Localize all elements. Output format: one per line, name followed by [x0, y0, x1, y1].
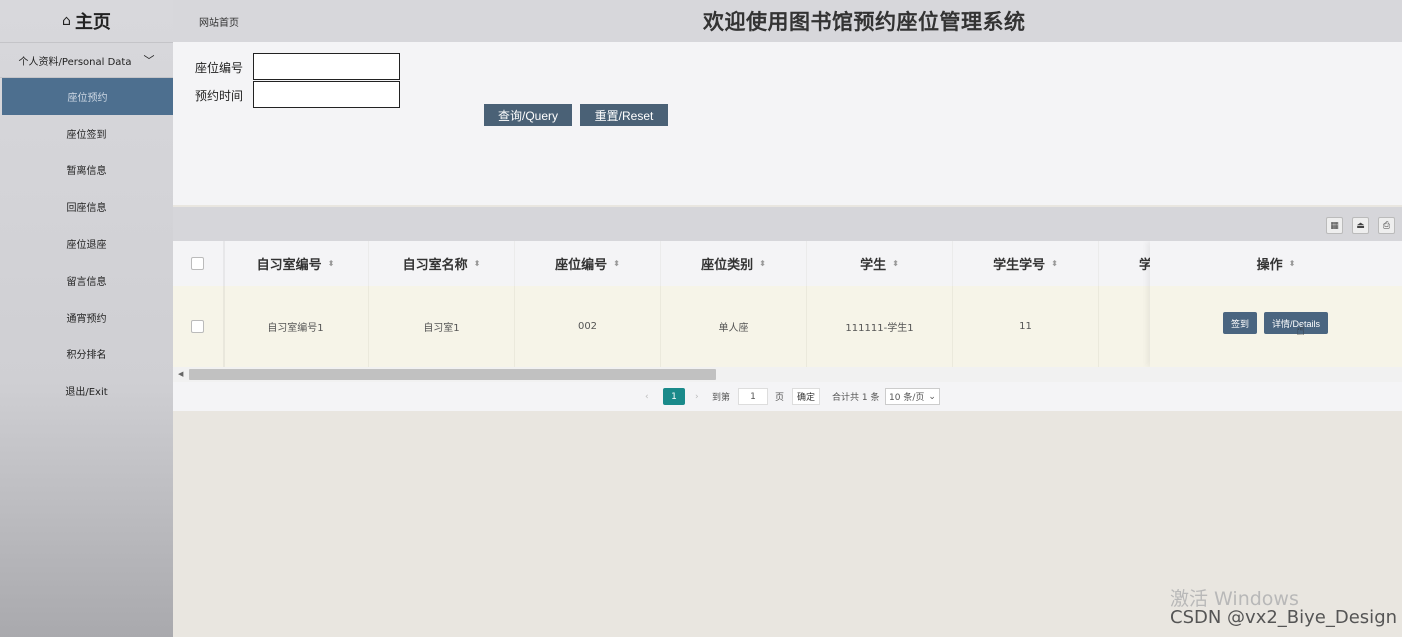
cell-student-id: 11	[953, 286, 1099, 367]
horizontal-scrollbar[interactable]: ◀	[173, 367, 1402, 382]
page-unit-label: 页	[775, 393, 785, 403]
print-icon[interactable]: ⎙	[1378, 217, 1395, 234]
col-operations[interactable]: 操作 ⬍	[1150, 241, 1402, 286]
sidebar-item-overnight[interactable]: 通宵预约	[0, 299, 173, 336]
search-panel: 座位编号 预约时间 查询/Query 重置/Reset	[173, 42, 1402, 205]
page-1-button[interactable]: 1	[663, 388, 685, 405]
col-room-no[interactable]: 自习室编号 ⬍	[223, 241, 369, 286]
goto-confirm-button[interactable]: 确定	[792, 388, 821, 405]
scrollbar-thumb[interactable]	[189, 369, 716, 380]
checkin-button[interactable]: 签到	[1223, 312, 1257, 334]
operations-cell: 签到 详情/Details	[1150, 286, 1402, 367]
home-label: 主页	[74, 12, 111, 33]
breadcrumb[interactable]: 网站首页	[199, 14, 239, 29]
col-student-id-label: 学生学号	[993, 258, 1046, 273]
col-seat-type[interactable]: 座位类别 ⬍	[661, 241, 807, 286]
cell-room-name: 自习室1	[369, 286, 515, 367]
sidebar-item-seat-release[interactable]: 座位退座	[0, 225, 173, 262]
page-size-select[interactable]: 10 条/页 ⌄	[885, 388, 940, 405]
sort-icon[interactable]: ⬍	[759, 259, 766, 268]
cell-student: 111111-学生1	[807, 286, 953, 367]
menu-head-label: 个人资料/Personal Data	[18, 56, 132, 68]
pagination: ‹ 1 › 到第 1 页 确定 合计共 1 条 10 条/页 ⌄	[173, 382, 1402, 411]
sort-icon[interactable]: ⬍	[613, 259, 620, 268]
col-seat-no[interactable]: 座位编号 ⬍	[515, 241, 661, 286]
goto-label: 到第	[712, 393, 731, 403]
reset-button[interactable]: 重置/Reset	[580, 104, 668, 126]
total-prefix: 合计	[832, 393, 851, 403]
cell-seat-type: 单人座	[661, 286, 807, 367]
csdn-watermark: CSDN @vx2_Biye_Design	[1170, 607, 1398, 628]
goto-page-input[interactable]: 1	[738, 388, 768, 405]
sidebar-item-seat-checkin[interactable]: 座位签到	[0, 115, 173, 152]
seat-no-input[interactable]	[253, 53, 400, 80]
reserve-time-label: 预约时间	[195, 89, 244, 103]
scroll-left-icon[interactable]: ◀	[178, 370, 183, 378]
chevron-down-icon: ⌄	[928, 391, 936, 402]
data-table: 自习室编号 ⬍ 自习室名称 ⬍ 座位编号 ⬍ 座位类别 ⬍ 学生 ⬍ 学生学号 ⬍ 学 自习…	[173, 241, 1402, 367]
sidebar: ⌂ 主页 个人资料/Personal Data ﹀ 座位预约 座位签到 暂离信息…	[0, 0, 173, 637]
query-button[interactable]: 查询/Query	[484, 104, 572, 126]
menu-personal-data[interactable]: 个人资料/Personal Data ﹀	[0, 42, 173, 78]
sort-icon[interactable]: ⬍	[474, 259, 481, 268]
next-page-button[interactable]: ›	[695, 388, 699, 405]
total-count: 合计共 1 条	[832, 388, 879, 405]
sort-icon[interactable]: ⬍	[1051, 259, 1058, 268]
table-toolbar: ▦ ⏏ ⎙	[173, 207, 1402, 241]
cell-seat-no: 002	[515, 286, 661, 367]
cell-room-no: 自习室编号1	[223, 286, 369, 367]
sidebar-item-seat-reservation[interactable]: 座位预约	[2, 78, 173, 115]
page-size-value: 10 条/页	[889, 393, 925, 403]
sort-icon[interactable]: ⬍	[892, 259, 899, 268]
chevron-down-icon: ﹀	[143, 54, 155, 67]
export-icon[interactable]: ⏏	[1352, 217, 1369, 234]
columns-icon[interactable]: ▦	[1326, 217, 1343, 234]
operations-column: 操作 ⬍ 签到 详情/Details	[1150, 241, 1402, 367]
col-room-name[interactable]: 自习室名称 ⬍	[369, 241, 515, 286]
reserve-time-input[interactable]	[253, 81, 400, 108]
col-student-label: 学生	[860, 258, 887, 273]
top-header: 网站首页 欢迎使用图书馆预约座位管理系统	[173, 0, 1402, 42]
row-checkbox[interactable]	[191, 320, 204, 333]
home-logo[interactable]: ⌂ 主页	[0, 0, 173, 42]
col-operations-label: 操作	[1256, 258, 1283, 273]
col-seat-type-label: 座位类别	[701, 258, 754, 273]
fixed-column-shadow	[223, 241, 225, 367]
total-value: 共 1 条	[850, 393, 880, 403]
sort-icon[interactable]: ⬍	[328, 259, 335, 268]
sort-icon[interactable]: ⬍	[1289, 259, 1296, 268]
sidebar-item-points-ranking[interactable]: 积分排名	[0, 336, 173, 373]
sidebar-item-exit[interactable]: 退出/Exit	[0, 372, 173, 409]
col-room-no-label: 自习室编号	[256, 258, 322, 273]
hand-cursor-icon: ☝	[1296, 321, 1306, 339]
sidebar-item-return-info[interactable]: 回座信息	[0, 188, 173, 225]
sidebar-item-leave-info[interactable]: 暂离信息	[0, 152, 173, 189]
prev-page-button[interactable]: ‹	[645, 388, 649, 405]
sidebar-item-messages[interactable]: 留言信息	[0, 262, 173, 299]
col-student-id[interactable]: 学生学号 ⬍	[953, 241, 1099, 286]
seat-no-label: 座位编号	[195, 61, 244, 75]
col-student[interactable]: 学生 ⬍	[807, 241, 953, 286]
select-all-checkbox[interactable]	[191, 257, 204, 270]
col-room-name-label: 自习室名称	[402, 258, 468, 273]
page-title: 欢迎使用图书馆预约座位管理系统	[703, 10, 1026, 34]
home-icon: ⌂	[62, 13, 71, 29]
col-seat-no-label: 座位编号	[555, 258, 608, 273]
